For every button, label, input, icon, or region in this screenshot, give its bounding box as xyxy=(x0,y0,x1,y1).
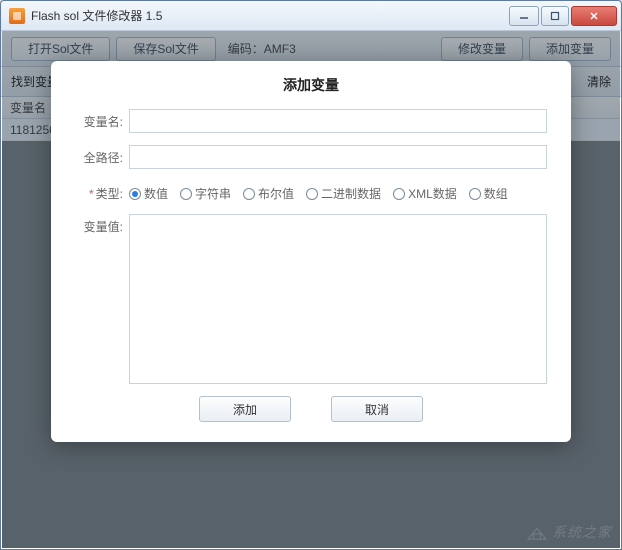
app-icon xyxy=(9,8,25,24)
window-title: Flash sol 文件修改器 1.5 xyxy=(31,7,509,24)
name-input[interactable] xyxy=(129,109,547,133)
radio-icon xyxy=(129,188,141,200)
name-label: 变量名: xyxy=(75,109,129,130)
form-row-name: 变量名: xyxy=(75,109,547,133)
radio-bool[interactable]: 布尔值 xyxy=(243,185,294,202)
window-controls xyxy=(509,6,617,26)
value-label: 变量值: xyxy=(75,214,129,235)
radio-array[interactable]: 数组 xyxy=(469,185,508,202)
type-label: 类型: xyxy=(75,181,129,202)
value-textarea[interactable] xyxy=(129,214,547,384)
form-row-type: 类型: 数值 字符串 布尔值 xyxy=(75,181,547,202)
add-variable-dialog: 添加变量 变量名: 全路径: 类型: 数值 xyxy=(51,61,571,442)
radio-number[interactable]: 数值 xyxy=(129,185,168,202)
form-row-value: 变量值: xyxy=(75,214,547,384)
radio-icon xyxy=(393,188,405,200)
dialog-buttons: 添加 取消 xyxy=(75,396,547,422)
close-button[interactable] xyxy=(571,6,617,26)
modal-overlay: 添加变量 变量名: 全路径: 类型: 数值 xyxy=(2,31,620,548)
radio-icon xyxy=(469,188,481,200)
dialog-title: 添加变量 xyxy=(75,75,547,109)
main-window: Flash sol 文件修改器 1.5 打开Sol文件 保存Sol文件 编码：A… xyxy=(0,0,622,550)
radio-icon xyxy=(180,188,192,200)
add-button[interactable]: 添加 xyxy=(199,396,291,422)
minimize-button[interactable] xyxy=(509,6,539,26)
form-row-path: 全路径: xyxy=(75,145,547,169)
radio-icon xyxy=(243,188,255,200)
cancel-button[interactable]: 取消 xyxy=(331,396,423,422)
path-input[interactable] xyxy=(129,145,547,169)
maximize-button[interactable] xyxy=(541,6,569,26)
radio-binary[interactable]: 二进制数据 xyxy=(306,185,381,202)
radio-icon xyxy=(306,188,318,200)
radio-string[interactable]: 字符串 xyxy=(180,185,231,202)
type-radio-group: 数值 字符串 布尔值 二进制数据 xyxy=(129,181,547,202)
radio-xml[interactable]: XML数据 xyxy=(393,185,457,202)
path-label: 全路径: xyxy=(75,145,129,166)
titlebar[interactable]: Flash sol 文件修改器 1.5 xyxy=(1,1,621,31)
